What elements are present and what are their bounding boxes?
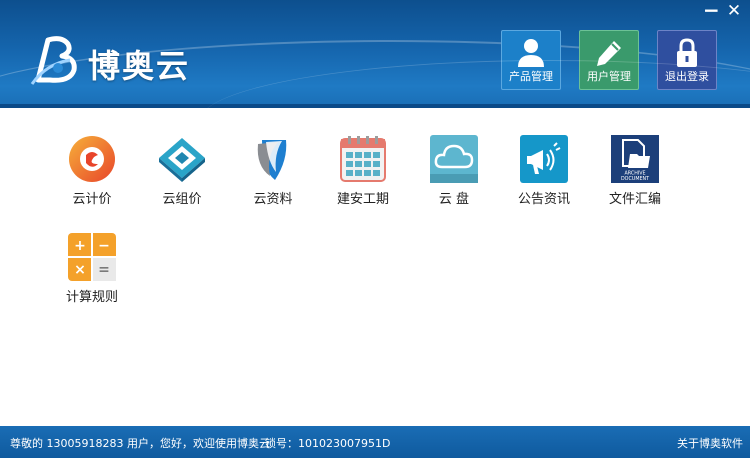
app-document-compilation[interactable]: ARCHIVE DOCUMENT 文件汇编 [600, 134, 670, 207]
status-bar: 尊敬的 13005918283 用户，您好，欢迎使用博奥云 锁号：1010230… [0, 426, 750, 458]
document-text: DOCUMENT [621, 176, 649, 182]
product-management-button[interactable]: 产品管理 [501, 30, 561, 90]
cloud-combined-pricing-icon [159, 138, 205, 182]
welcome-message: 尊敬的 13005918283 用户，您好，欢迎使用博奥云 [10, 437, 270, 450]
app-label: 云组价 [162, 192, 202, 207]
cloud-pricing-icon [69, 136, 115, 182]
app-calculation-rules[interactable]: + − × = 计算规则 [57, 232, 127, 305]
plus-icon: + [74, 238, 86, 254]
app-label: 公告资讯 [517, 192, 570, 207]
app-cloud-documents[interactable]: 云资料 [238, 134, 308, 207]
cloud-disk-icon [430, 135, 478, 183]
app-cloud-disk[interactable]: 云 盘 [419, 134, 489, 207]
close-button[interactable]: ✕ [725, 2, 743, 20]
app-cloud-pricing[interactable]: 云计价 [57, 134, 127, 207]
calendar-icon [340, 136, 386, 182]
about-link[interactable]: 关于博奥软件 [677, 435, 743, 451]
app-label: 云 盘 [438, 192, 470, 207]
calculator-icon: + − × = [68, 233, 116, 281]
app-announcements[interactable]: 公告资讯 [509, 134, 579, 207]
megaphone-icon [520, 135, 568, 183]
header-bar: 博奥云 − ✕ 产品管理 用户管理 退出登录 [0, 0, 750, 108]
app-label: 云计价 [72, 192, 112, 207]
user-management-label: 用户管理 [587, 70, 631, 83]
archive-document-icon: ARCHIVE DOCUMENT [611, 135, 659, 183]
app-grid: 云计价 云组价 云资料 建安工期 云 盘 公告资讯 ARCHIVE DOCUME… [0, 108, 750, 426]
cloud-documents-icon [257, 140, 287, 180]
app-title: 博奥云 [88, 47, 191, 85]
multiply-icon: × [74, 262, 86, 278]
minimize-button[interactable]: − [703, 0, 720, 20]
lock-number: 锁号：101023007951D [265, 437, 391, 450]
bo-ao-logo-icon [30, 36, 77, 85]
main-window: 博奥云 − ✕ 产品管理 用户管理 退出登录 云计价 云组价 云资料 建安工期 … [0, 0, 750, 458]
product-management-label: 产品管理 [509, 70, 553, 83]
app-label: 计算规则 [65, 290, 118, 305]
app-label: 建安工期 [336, 192, 389, 207]
app-label: 云资料 [253, 192, 293, 207]
user-management-button[interactable]: 用户管理 [579, 30, 639, 90]
archive-text: ARCHIVE [624, 171, 645, 177]
lock-icon [677, 38, 697, 67]
logout-button[interactable]: 退出登录 [657, 30, 717, 90]
app-construction-period[interactable]: 建安工期 [328, 134, 398, 207]
pencil-icon [597, 41, 621, 66]
person-icon [518, 39, 544, 67]
minus-icon: − [98, 238, 110, 254]
equals-icon: = [98, 262, 110, 278]
app-label: 文件汇编 [608, 192, 661, 207]
app-cloud-combined-pricing[interactable]: 云组价 [147, 134, 217, 207]
logout-label: 退出登录 [665, 70, 709, 83]
